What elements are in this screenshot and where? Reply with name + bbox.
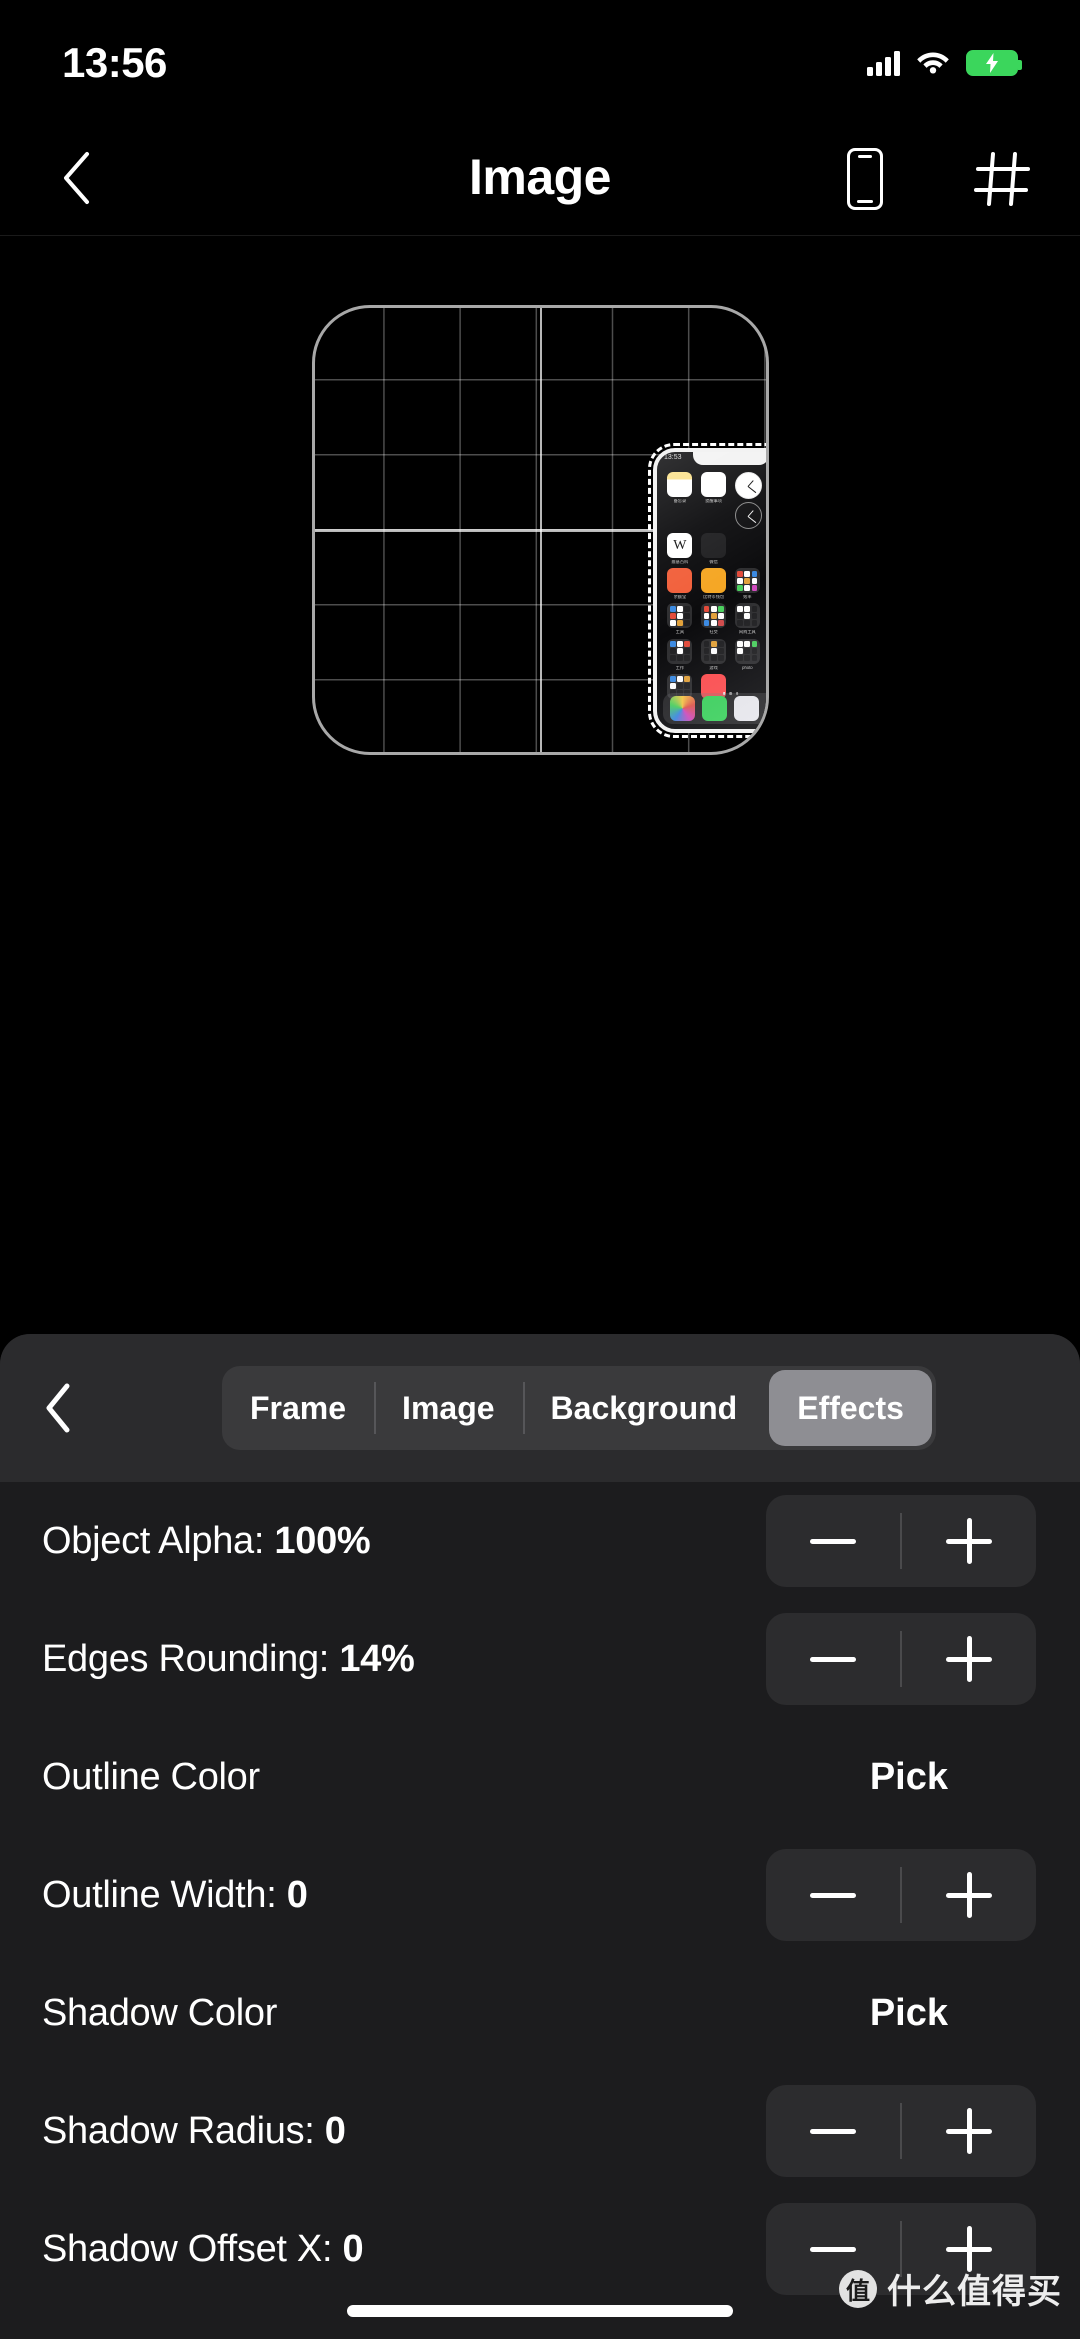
shadow-radius-increment-button[interactable] — [902, 2085, 1036, 2177]
watermark-logo-icon: 值 — [839, 2269, 877, 2308]
row-shadow-color: Shadow Color Pick — [0, 1954, 1080, 2072]
row-label-text: Outline Width: — [42, 1873, 287, 1916]
tab-image[interactable]: Image — [374, 1370, 522, 1446]
wifi-icon — [916, 48, 950, 79]
outline-width-increment-button[interactable] — [902, 1849, 1036, 1941]
row-edges-rounding: Edges Rounding: 14% — [0, 1600, 1080, 1718]
artboard[interactable]: 13:53 备忘录 提醒事项 W 维基百科 微信 余额宝 比特币钱包 效率 工具… — [312, 305, 769, 755]
minus-icon — [810, 1892, 856, 1898]
status-icons — [867, 40, 1022, 79]
battery-charging-icon — [966, 50, 1022, 76]
options-sheet: Frame Image Background Effects Object Al… — [0, 1334, 1080, 2339]
row-value: 0 — [342, 2227, 364, 2270]
row-object-alpha: Object Alpha: 100% — [0, 1482, 1080, 1600]
minus-icon — [810, 2128, 856, 2134]
watermark: 值 什么值得买 — [839, 2264, 1062, 2313]
shadow-radius-stepper[interactable] — [766, 2085, 1036, 2177]
shadow-radius-decrement-button[interactable] — [766, 2085, 900, 2177]
nav-bar: Image — [0, 118, 1080, 236]
row-label: Shadow Color — [42, 1991, 278, 2034]
watermark-text: 什么值得买 — [887, 2273, 1062, 2311]
phone-notch — [692, 452, 766, 465]
minus-icon — [810, 2246, 856, 2252]
status-time: 13:56 — [62, 39, 167, 86]
row-outline-width: Outline Width: 0 — [0, 1836, 1080, 1954]
clock-face-icon — [767, 472, 769, 499]
folder-item: 影音 — [767, 568, 769, 599]
outline-color-pick-button[interactable]: Pick — [870, 1756, 1036, 1799]
outline-width-decrement-button[interactable] — [766, 1849, 900, 1941]
folder-item: 出行 — [767, 603, 769, 634]
canvas-area[interactable]: 13:53 备忘录 提醒事项 W 维基百科 微信 余额宝 比特币钱包 效率 工具… — [0, 237, 1080, 1334]
row-label-text: Shadow Radius: — [42, 2109, 325, 2152]
row-label: Outline Width: 0 — [42, 1874, 308, 1917]
status-bar: 13:56 — [0, 0, 1080, 118]
object-alpha-stepper[interactable] — [766, 1495, 1036, 1587]
chevron-left-icon — [46, 1383, 70, 1433]
row-label: Object Alpha: 100% — [42, 1519, 371, 1563]
row-label: Shadow Radius: 0 — [42, 2110, 346, 2153]
tab-background[interactable]: Background — [522, 1370, 766, 1446]
plus-icon — [946, 1518, 992, 1564]
device-preview-button[interactable] — [832, 148, 898, 210]
row-outline-color: Outline Color Pick — [0, 1718, 1080, 1836]
effects-settings-list: Object Alpha: 100% Edges Rounding: 14% O… — [0, 1482, 1080, 2308]
selection-outline[interactable] — [648, 443, 766, 738]
minus-icon — [810, 1538, 856, 1544]
grid-hash-icon — [974, 152, 1030, 206]
object-alpha-increment-button[interactable] — [902, 1495, 1036, 1587]
clock-face-icon — [767, 502, 769, 529]
segmented-control[interactable]: Frame Image Background Effects — [222, 1366, 936, 1450]
page-title: Image — [468, 149, 612, 205]
phone-screenshot-time: 13:53 — [664, 454, 682, 461]
row-shadow-radius: Shadow Radius: 0 — [0, 2072, 1080, 2190]
minus-icon — [810, 1656, 856, 1662]
tab-frame[interactable]: Frame — [222, 1370, 374, 1446]
row-value: 14% — [339, 1637, 415, 1680]
home-indicator[interactable] — [347, 2305, 733, 2317]
edges-rounding-decrement-button[interactable] — [766, 1613, 900, 1705]
row-label: Edges Rounding: 14% — [42, 1637, 415, 1681]
edges-rounding-stepper[interactable] — [766, 1613, 1036, 1705]
shadow-color-pick-button[interactable]: Pick — [870, 1992, 1036, 2035]
plus-icon — [946, 1636, 992, 1682]
plus-icon — [946, 2108, 992, 2154]
row-label: Outline Color — [42, 1755, 260, 1798]
cellular-bars-icon — [867, 50, 900, 76]
folder-item: 工具 — [767, 639, 769, 670]
phone-mockup-object[interactable]: 13:53 备忘录 提醒事项 W 维基百科 微信 余额宝 比特币钱包 效率 工具… — [648, 443, 769, 738]
row-value: 100% — [274, 1519, 371, 1562]
tab-effects[interactable]: Effects — [769, 1370, 932, 1446]
options-toolbar: Frame Image Background Effects — [0, 1334, 1080, 1482]
row-label-text: Shadow Offset X: — [42, 2227, 343, 2270]
grid-toggle-button[interactable] — [969, 148, 1035, 210]
object-alpha-decrement-button[interactable] — [766, 1495, 900, 1587]
phone-icon — [847, 148, 883, 210]
edges-rounding-increment-button[interactable] — [902, 1613, 1036, 1705]
outline-width-stepper[interactable] — [766, 1849, 1036, 1941]
plus-icon — [946, 1872, 992, 1918]
toolbar-back-button[interactable] — [18, 1370, 98, 1446]
row-value: 0 — [286, 1873, 308, 1916]
row-label-text: Object Alpha: — [42, 1519, 275, 1562]
row-label-text: Edges Rounding: — [42, 1637, 340, 1680]
row-value: 0 — [324, 2109, 346, 2152]
row-label: Shadow Offset X: 0 — [42, 2227, 364, 2271]
camera-app-icon — [766, 696, 769, 721]
